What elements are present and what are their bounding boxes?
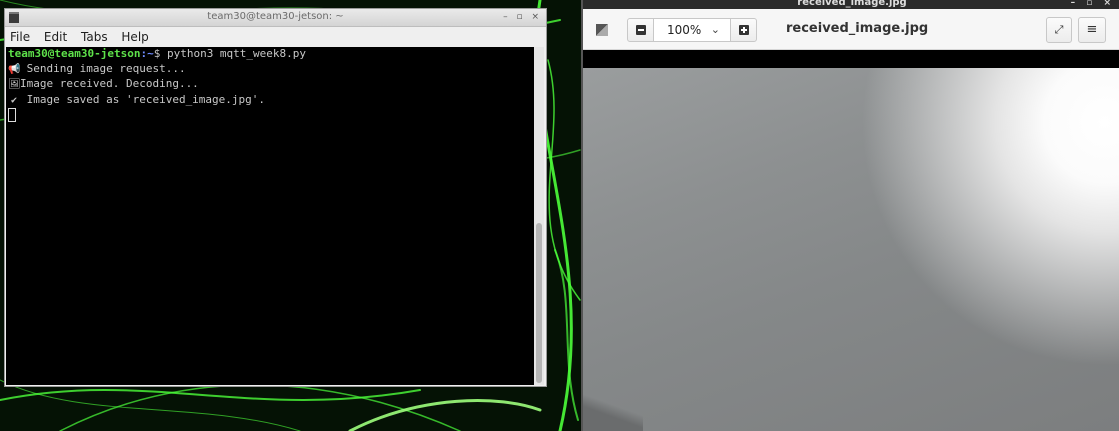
viewer-window-controls[interactable]: – ▫ × <box>1071 0 1115 8</box>
zoom-level-dropdown[interactable]: 100% ⌄ <box>653 18 731 42</box>
viewer-titlebar[interactable]: received_image.jpg – ▫ × <box>583 0 1119 9</box>
output-text: Image received. Decoding... <box>20 77 199 90</box>
terminal-scrollbar[interactable] <box>534 47 544 385</box>
image-canvas[interactable] <box>583 50 1119 431</box>
zoom-level-value: 100% <box>667 23 702 37</box>
command-text: python3 mqtt_week8.py <box>166 47 307 60</box>
prompt-path: :~ <box>140 47 154 60</box>
photo-shadow-corner <box>583 391 643 431</box>
prompt-symbol: $ <box>153 47 167 60</box>
megaphone-icon: 📢 <box>8 63 21 75</box>
gallery-icon <box>596 24 608 36</box>
terminal-app-icon <box>9 12 19 23</box>
menu-file[interactable]: File <box>5 27 35 44</box>
menu-tabs[interactable]: Tabs <box>76 27 113 44</box>
command-line: team30@team30-jetson:~$ python3 mqtt_wee… <box>6 47 536 62</box>
terminal-menubar: File Edit Tabs Help <box>5 27 546 47</box>
hamburger-menu-button[interactable]: ≡ <box>1078 17 1106 43</box>
zoom-in-icon <box>739 25 749 35</box>
output-text: Sending image request... <box>20 61 186 75</box>
zoom-in-button[interactable] <box>730 18 757 42</box>
zoom-out-icon <box>636 25 646 35</box>
cursor-line <box>6 108 536 125</box>
hamburger-icon: ≡ <box>1086 22 1098 37</box>
output-line: ✔ Image saved as 'received_image.jpg'. <box>6 93 536 109</box>
chevron-down-icon: ⌄ <box>710 23 720 36</box>
displayed-photo <box>583 68 1119 431</box>
scrollbar-thumb[interactable] <box>536 223 542 383</box>
menu-edit[interactable]: Edit <box>39 27 72 44</box>
output-line: 📢 Sending image request... <box>6 62 536 78</box>
fullscreen-button[interactable]: ⤢ <box>1046 17 1072 43</box>
viewer-title: received_image.jpg <box>797 0 907 8</box>
terminal-titlebar[interactable]: team30@team30-jetson: ~ – ▫ × <box>5 9 546 27</box>
output-text: Image saved as 'received_image.jpg'. <box>20 92 266 106</box>
zoom-out-button[interactable] <box>627 18 654 42</box>
text-cursor <box>8 108 16 122</box>
terminal-window-controls[interactable]: – ▫ × <box>503 9 542 25</box>
terminal-title: team30@team30-jetson: ~ <box>207 11 344 22</box>
menu-help[interactable]: Help <box>116 27 153 44</box>
image-viewer-window[interactable]: received_image.jpg – ▫ × 100% ⌄ received… <box>581 0 1119 431</box>
terminal-console[interactable]: team30@team30-jetson:~$ python3 mqtt_wee… <box>6 47 536 385</box>
image-filename: received_image.jpg <box>786 21 929 36</box>
checkmark-icon: ✔ <box>10 94 18 106</box>
fullscreen-icon: ⤢ <box>1054 23 1064 36</box>
image-icon: 🖼 <box>8 79 21 90</box>
output-line: 🖼Image received. Decoding... <box>6 77 536 93</box>
viewer-toolbar: 100% ⌄ received_image.jpg ⤢ ≡ <box>583 9 1119 50</box>
prompt-user: team30@team30-jetson <box>8 47 141 60</box>
terminal-window[interactable]: team30@team30-jetson: ~ – ▫ × File Edit … <box>4 8 547 387</box>
gallery-button[interactable] <box>589 17 617 43</box>
